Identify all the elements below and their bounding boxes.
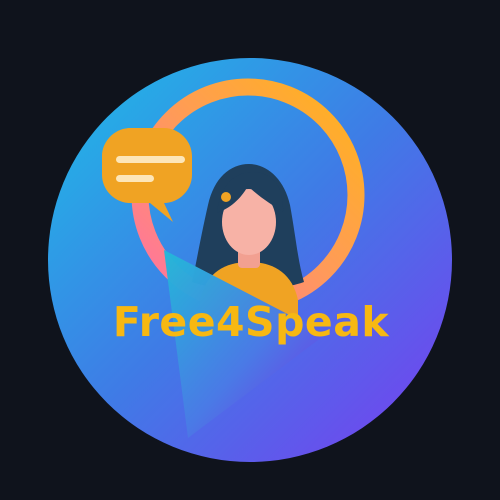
logo-graphic (48, 58, 452, 462)
brand-name: Free4Speak (112, 298, 390, 346)
logo-canvas: Free4Speak (0, 0, 500, 500)
